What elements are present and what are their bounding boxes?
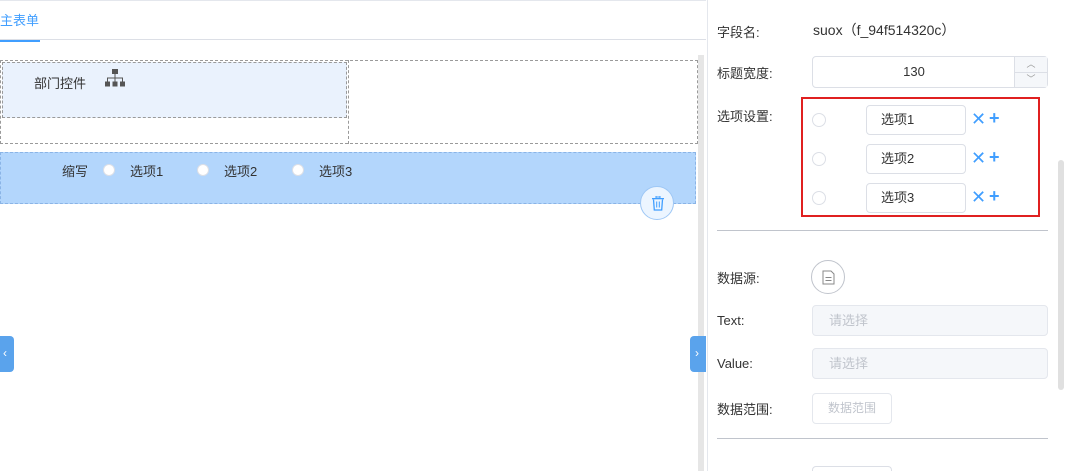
remove-option-1-icon[interactable]: ✕ (971, 110, 986, 128)
chevron-right-icon: › (695, 346, 699, 360)
data-range-button[interactable]: 数据范围 (812, 393, 892, 424)
value-field-label: Value: (717, 356, 753, 371)
stepper-buttons: ︿ ﹀ (1014, 57, 1047, 87)
text-field-label: Text: (717, 313, 745, 328)
section-divider (717, 230, 1048, 231)
radio-option-2[interactable] (197, 164, 209, 176)
title-width-value[interactable]: 130 (813, 57, 1015, 87)
radio-option-1[interactable] (103, 164, 115, 176)
tab-main-form[interactable]: 主表单 (0, 1, 41, 42)
remove-option-2-icon[interactable]: ✕ (971, 149, 986, 167)
collapse-right-button[interactable]: › (690, 336, 706, 372)
stepper-down-button[interactable]: ﹀ (1015, 72, 1047, 87)
section-divider-2 (717, 438, 1048, 439)
option-input-3[interactable]: 选项3 (866, 183, 966, 213)
options-settings-label: 选项设置: (717, 109, 773, 124)
radio-option-2-label: 选项2 (224, 164, 258, 179)
radio-option-3[interactable] (292, 164, 304, 176)
option-input-2[interactable]: 选项2 (866, 144, 966, 174)
document-icon (822, 270, 835, 285)
trash-icon (652, 196, 664, 211)
remove-option-3-icon[interactable]: ✕ (971, 188, 986, 206)
field-name-label: 字段名: (717, 25, 760, 40)
delete-field-button[interactable] (640, 186, 674, 220)
field-name-value: suox（f_94f514320c） (813, 22, 956, 38)
datasource-label: 数据源: (717, 271, 760, 286)
org-chart-icon (105, 69, 125, 87)
radio-field-label: 缩写 (62, 164, 89, 179)
title-width-stepper[interactable]: 130 ︿ ﹀ (812, 56, 1048, 88)
tab-bar: 主表单 (0, 0, 706, 42)
datasource-button[interactable] (811, 260, 845, 294)
chevron-left-icon: ‹ (3, 346, 7, 360)
text-field-select[interactable]: 请选择 (812, 305, 1048, 336)
add-option-3-icon[interactable]: + (989, 187, 1000, 205)
collapse-left-button[interactable]: ‹ (0, 336, 14, 372)
option-input-1[interactable]: 选项1 (866, 105, 966, 135)
title-width-label: 标题宽度: (717, 66, 773, 81)
next-control-partial[interactable] (812, 466, 892, 471)
canvas-scrollbar[interactable] (698, 55, 704, 471)
dept-control-label: 部门控件 (34, 76, 87, 91)
stepper-up-button[interactable]: ︿ (1015, 57, 1047, 73)
option-default-radio-2[interactable] (812, 152, 826, 166)
properties-scrollbar[interactable] (1058, 160, 1064, 390)
add-option-2-icon[interactable]: + (989, 148, 1000, 166)
cell-divider (348, 60, 349, 144)
radio-option-3-label: 选项3 (319, 164, 353, 179)
radio-option-1-label: 选项1 (130, 164, 164, 179)
form-canvas: 主表单 部门控件 缩写 选项1 选项2 选项3 ‹ › (0, 0, 706, 471)
option-default-radio-3[interactable] (812, 191, 826, 205)
tab-main-form-label: 主表单 (0, 13, 40, 28)
value-field-select[interactable]: 请选择 (812, 348, 1048, 379)
data-range-label: 数据范围: (717, 402, 773, 417)
add-option-1-icon[interactable]: + (989, 109, 1000, 127)
option-default-radio-1[interactable] (812, 113, 826, 127)
